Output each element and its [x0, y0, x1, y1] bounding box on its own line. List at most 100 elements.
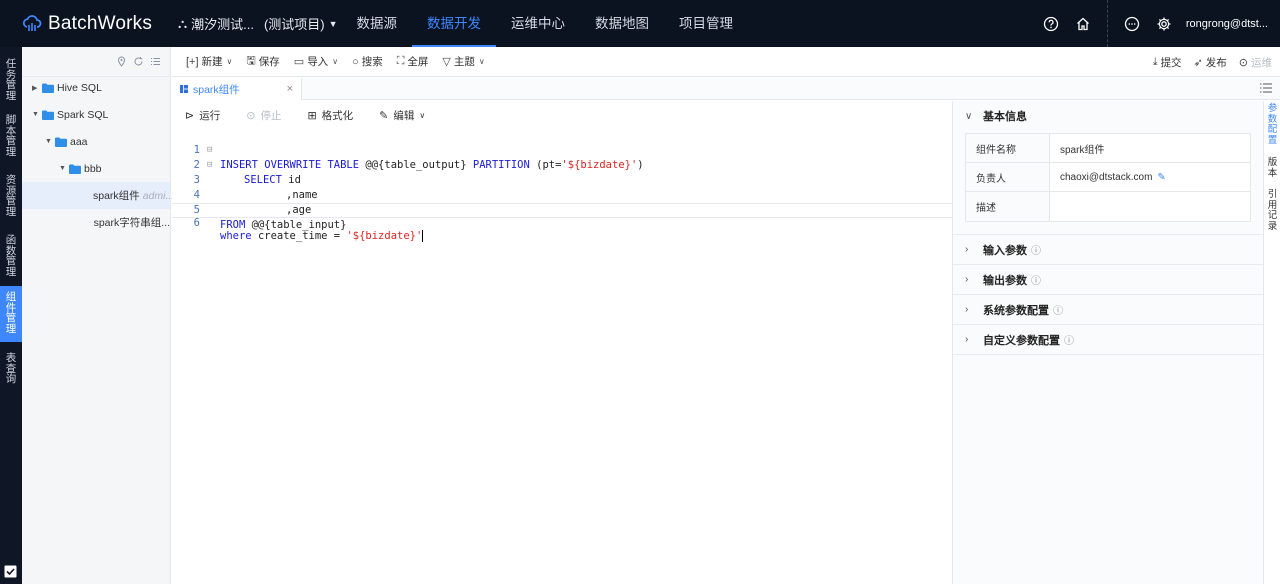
app-name: BatchWorks	[48, 12, 153, 34]
system-params-header[interactable]: › 系统参数配置 ⓘ	[953, 295, 1263, 325]
play-circle-icon: ⊳	[185, 109, 195, 122]
nav-ops-center[interactable]: 运维中心	[496, 0, 580, 47]
right-vertical-tabs: 参数配置 版本 引用记录	[1263, 101, 1280, 584]
folder-icon	[55, 137, 67, 147]
project-name: 潮汐测试...	[191, 17, 254, 32]
upload-icon: ⤓	[1152, 55, 1158, 68]
new-button[interactable]: [+] 新建 ∨	[186, 54, 232, 69]
folder-icon	[69, 164, 81, 174]
save-button[interactable]: 🖫 保存	[246, 52, 279, 71]
list-icon[interactable]	[150, 56, 161, 67]
caret-down-icon[interactable]: ▼	[45, 138, 55, 145]
close-icon[interactable]: ×	[287, 83, 293, 95]
app-logo[interactable]: BatchWorks	[22, 13, 172, 35]
project-selector[interactable]: ⛬ 潮汐测试... (测试项目) ▼	[178, 14, 338, 33]
tab-param-config[interactable]: 参数配置	[1264, 103, 1280, 146]
publish-button[interactable]: ➶ 发布	[1194, 55, 1227, 70]
sidebar-item-script-mgmt[interactable]: 脚本管理	[0, 109, 22, 163]
edit-icon[interactable]: ✎	[1157, 172, 1165, 183]
search-icon: ○	[352, 55, 359, 68]
code-line: 2 ⊟ SELECT id	[193, 159, 301, 186]
user-account[interactable]: rongrong@dtst...	[1186, 18, 1268, 30]
edit-button[interactable]: ✎ 编辑 ∨	[379, 108, 425, 123]
tree-folder-hive-sql[interactable]: ▶ Hive SQL	[22, 74, 170, 101]
help-icon[interactable]: ⓘ	[1031, 272, 1041, 287]
search-button[interactable]: ○ 搜索	[352, 54, 383, 69]
tree-folder-spark-sql[interactable]: ▼ Spark SQL	[22, 101, 170, 128]
help-icon[interactable]	[1043, 16, 1059, 32]
arrow-circle-icon: ⊙	[1238, 56, 1248, 69]
format-button[interactable]: ⊞ 格式化	[307, 108, 353, 123]
code-editor: ⊳ 运行 ⊙ 停止 ⊞ 格式化 ✎ 编辑 ∨ 1 ⊟ INSERT OVERWRITE TA…	[172, 101, 952, 584]
import-button[interactable]: ▭ 导入 ∨	[294, 54, 338, 69]
tree-folder-aaa[interactable]: ▼ aaa	[22, 128, 170, 155]
tree-file-spark-string-component[interactable]: spark字符串组...	[22, 209, 170, 236]
caret-down-icon[interactable]: ▼	[59, 165, 69, 172]
save-icon: 🖫	[246, 55, 256, 67]
divider	[1106, 0, 1108, 47]
tree-file-spark-component[interactable]: spark组件 admi...	[22, 182, 174, 209]
project-icon: ⛬	[178, 15, 188, 31]
grid-icon: ⊞	[307, 109, 317, 122]
file-tree-panel: ▶ Hive SQL ▼ Spark SQL ▼ aaa ▼ bbb spark…	[22, 47, 174, 584]
sidebar-item-resource-mgmt[interactable]: 资源管理	[0, 169, 22, 223]
chevron-down-icon: ∨	[332, 57, 339, 66]
help-icon[interactable]: ⓘ	[1064, 332, 1074, 347]
nav-datasource[interactable]: 数据源	[342, 0, 413, 47]
nav-project-mgmt[interactable]: 项目管理	[664, 0, 748, 47]
tab-version[interactable]: 版本	[1264, 157, 1280, 179]
help-icon[interactable]: ⓘ	[1053, 302, 1063, 317]
fullscreen-button[interactable]: ⛶ 全屏	[397, 54, 429, 69]
chevron-down-icon: ∨	[478, 57, 485, 66]
gear-icon[interactable]	[1156, 16, 1172, 32]
nav-data-dev[interactable]: 数据开发	[412, 0, 497, 47]
refresh-icon[interactable]	[133, 56, 144, 67]
main-nav: 数据源 数据开发 运维中心 数据地图 项目管理	[342, 0, 749, 47]
caret-right-icon[interactable]: ▶	[32, 84, 42, 92]
custom-params-header[interactable]: › 自定义参数配置 ⓘ	[953, 325, 1263, 355]
sidebar-item-table-query[interactable]: 表查询	[0, 347, 22, 391]
basic-info-header[interactable]: ∨ 基本信息	[953, 101, 1263, 131]
input-params-header[interactable]: › 输入参数 ⓘ	[953, 235, 1263, 265]
tab-reference-records[interactable]: 引用记录	[1264, 189, 1280, 232]
sidebar-item-component-mgmt[interactable]: 组件管理	[0, 286, 22, 342]
sidebar-item-task-mgmt[interactable]: 任务管理	[0, 53, 22, 107]
basic-info-table: 组件名称 spark组件 负责人 chaoxi@dtstack.com ✎ 描述	[965, 133, 1251, 222]
home-icon[interactable]	[1075, 16, 1091, 32]
main-toolbar: [+] 新建 ∨ 🖫 保存 ▭ 导入 ∨ ○ 搜索 ⛶ 全屏 ▽ 主题 ∨ ⤓ 提交 ➶ 发布 ⊙ 运维	[172, 47, 1280, 77]
menu-icon[interactable]	[1260, 83, 1272, 93]
info-row: 描述	[966, 192, 1250, 221]
component-file-icon	[89, 222, 90, 223]
locate-icon[interactable]	[116, 56, 127, 67]
chevron-down-icon: ∨	[226, 57, 233, 66]
folder-icon	[42, 110, 54, 120]
cloud-logo-icon	[22, 14, 42, 31]
submit-button[interactable]: ⤓ 提交	[1153, 55, 1182, 70]
tab-spark-component[interactable]: spark组件 ×	[172, 78, 302, 101]
folder-open-icon: ▭	[293, 56, 305, 68]
properties-panel: ∨ 基本信息 组件名称 spark组件 负责人 chaoxi@dtstack.c…	[952, 101, 1263, 584]
output-params-header[interactable]: › 输出参数 ⓘ	[953, 265, 1263, 295]
chevron-right-icon: ›	[965, 274, 969, 285]
theme-button[interactable]: ▽ 主题 ∨	[442, 54, 484, 69]
nav-data-map[interactable]: 数据地图	[580, 0, 664, 47]
ops-button[interactable]: ⊙ 运维	[1239, 55, 1272, 70]
info-row: 负责人 chaoxi@dtstack.com ✎	[966, 163, 1250, 192]
chevron-down-icon: ∨	[965, 110, 973, 122]
tree-toolbar	[22, 47, 170, 77]
code-line: 1 ⊟ INSERT OVERWRITE TABLE @@{table_outpu…	[193, 144, 644, 171]
caret-down-icon[interactable]: ▼	[32, 111, 42, 118]
code-content[interactable]: 1 ⊟ INSERT OVERWRITE TABLE @@{table_outpu…	[172, 128, 952, 242]
code-line: 4 ,age	[193, 189, 312, 216]
stop-button[interactable]: ⊙ 停止	[246, 108, 281, 123]
message-icon[interactable]	[1124, 16, 1140, 32]
fullscreen-icon: ⛶	[396, 55, 405, 67]
run-button[interactable]: ⊳ 运行	[185, 108, 220, 123]
tree-folder-bbb[interactable]: ▼ bbb	[22, 155, 170, 182]
folder-icon	[42, 83, 54, 93]
sidebar-item-function-mgmt[interactable]: 函数管理	[0, 229, 22, 283]
checkbox-icon[interactable]	[4, 565, 17, 578]
help-icon[interactable]: ⓘ	[1031, 242, 1041, 257]
pencil-icon: ✎	[379, 109, 389, 122]
top-right-actions: rongrong@dtst...	[1035, 0, 1280, 47]
